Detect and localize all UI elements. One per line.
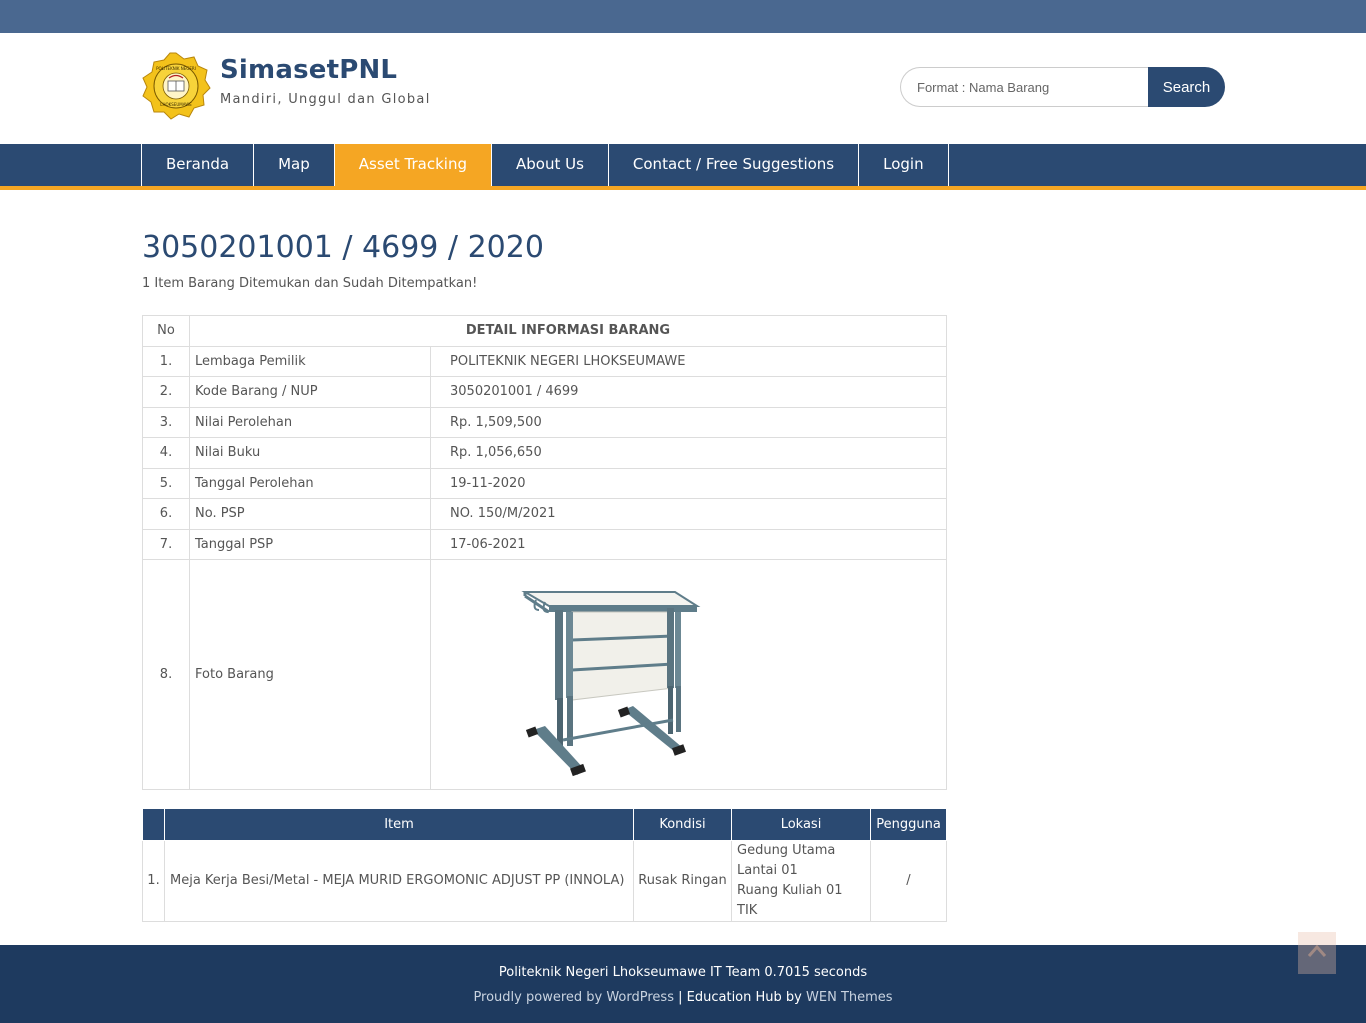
- detail-row: 2. Kode Barang / NUP 3050201001 / 4699: [142, 376, 947, 408]
- footer-separator: |: [678, 990, 683, 1005]
- header-no: No: [142, 315, 190, 347]
- nav-item-contact[interactable]: Contact / Free Suggestions: [609, 144, 860, 186]
- row-number: 4.: [142, 437, 190, 469]
- row-value: 19-11-2020: [430, 467, 947, 499]
- search-button[interactable]: Search: [1148, 67, 1225, 107]
- row-value: 3050201001 / 4699: [430, 376, 947, 408]
- nav-item-about-us[interactable]: About Us: [492, 144, 609, 186]
- search-input[interactable]: [900, 67, 1150, 107]
- header-no: [142, 809, 165, 841]
- item-user: /: [870, 839, 947, 922]
- detail-row-photo: 8. Foto Barang: [142, 559, 947, 790]
- row-number: 2.: [142, 376, 190, 408]
- row-number: 8.: [142, 559, 190, 790]
- location-floor: Lantai 01: [737, 862, 798, 878]
- row-number: 7.: [142, 528, 190, 560]
- footer-credit: Politeknik Negeri Lhokseumawe IT Team 0.…: [498, 965, 868, 980]
- svg-text:POLITEKNIK NEGERI: POLITEKNIK NEGERI: [156, 66, 196, 71]
- row-label: No. PSP: [189, 498, 431, 530]
- row-value: Rp. 1,056,650: [430, 437, 947, 469]
- item-table: Item Kondisi Lokasi Pengguna 1. Meja Ker…: [142, 809, 947, 922]
- header-item: Item: [164, 809, 634, 841]
- row-number: 6.: [142, 498, 190, 530]
- wen-themes-link[interactable]: WEN Themes: [806, 990, 893, 1005]
- svg-text:LHOKSEUMAWE: LHOKSEUMAWE: [160, 102, 192, 107]
- desk-photo[interactable]: [505, 570, 705, 780]
- location-room: Ruang Kuliah 01 TIK: [737, 882, 843, 918]
- detail-row: 1. Lembaga Pemilik POLITEKNIK NEGERI LHO…: [142, 345, 947, 377]
- scroll-to-top-button[interactable]: [1298, 932, 1336, 974]
- top-bar: [0, 0, 1366, 33]
- nav-item-beranda[interactable]: Beranda: [142, 144, 255, 186]
- pnl-seal-logo[interactable]: POLITEKNIK NEGERI LHOKSEUMAWE: [141, 51, 211, 121]
- item-name: Meja Kerja Besi/Metal - MEJA MURID ERGOM…: [164, 839, 634, 922]
- page-title: 3050201001 / 4699 / 2020: [142, 230, 544, 265]
- detail-header-row: No DETAIL INFORMASI BARANG: [142, 315, 947, 347]
- nav-item-login[interactable]: Login: [859, 144, 949, 186]
- row-number: 5.: [142, 467, 190, 499]
- wordpress-link[interactable]: Proudly powered by WordPress: [473, 990, 674, 1005]
- nav-item-map[interactable]: Map: [254, 144, 335, 186]
- site-header: POLITEKNIK NEGERI LHOKSEUMAWE SimasetPNL…: [0, 33, 1366, 144]
- header-detail-title: DETAIL INFORMASI BARANG: [189, 315, 947, 347]
- item-condition: Rusak Ringan: [633, 839, 732, 922]
- row-value: 17-06-2021: [430, 528, 947, 560]
- row-label: Foto Barang: [189, 559, 431, 790]
- detail-row: 4. Nilai Buku Rp. 1,056,650: [142, 437, 947, 469]
- header-kondisi: Kondisi: [633, 809, 732, 841]
- row-label: Tanggal PSP: [189, 528, 431, 560]
- item-location: Gedung Utama Lantai 01 Ruang Kuliah 01 T…: [731, 839, 871, 922]
- chevron-up-icon: [1307, 944, 1327, 957]
- row-value: Rp. 1,509,500: [430, 406, 947, 438]
- row-label: Nilai Buku: [189, 437, 431, 469]
- row-value: POLITEKNIK NEGERI LHOKSEUMAWE: [430, 345, 947, 377]
- row-number: 1.: [142, 345, 190, 377]
- site-footer: Politeknik Negeri Lhokseumawe IT Team 0.…: [0, 945, 1366, 1023]
- table-row: 1. Meja Kerja Besi/Metal - MEJA MURID ER…: [142, 839, 947, 922]
- row-label: Kode Barang / NUP: [189, 376, 431, 408]
- location-building: Gedung Utama: [737, 842, 836, 858]
- main-navigation: Beranda Map Asset Tracking About Us Cont…: [0, 144, 1366, 190]
- header-lokasi: Lokasi: [731, 809, 871, 841]
- theme-name: Education Hub: [686, 990, 782, 1005]
- site-tagline: Mandiri, Unggul dan Global: [220, 92, 431, 107]
- footer-powered: Proudly powered by WordPress | Education…: [0, 990, 1366, 1005]
- result-message: 1 Item Barang Ditemukan dan Sudah Ditemp…: [142, 276, 478, 291]
- header-pengguna: Pengguna: [870, 809, 947, 841]
- detail-row: 7. Tanggal PSP 17-06-2021: [142, 528, 947, 560]
- search-form: Search: [900, 67, 1225, 107]
- detail-row: 3. Nilai Perolehan Rp. 1,509,500: [142, 406, 947, 438]
- row-label: Tanggal Perolehan: [189, 467, 431, 499]
- detail-table: No DETAIL INFORMASI BARANG 1. Lembaga Pe…: [142, 315, 947, 790]
- row-label: Lembaga Pemilik: [189, 345, 431, 377]
- site-title[interactable]: SimasetPNL: [220, 55, 397, 85]
- nav-item-asset-tracking[interactable]: Asset Tracking: [334, 144, 492, 186]
- footer-by: by: [785, 990, 802, 1005]
- detail-row: 5. Tanggal Perolehan 19-11-2020: [142, 467, 947, 499]
- item-number: 1.: [142, 839, 165, 922]
- item-header-row: Item Kondisi Lokasi Pengguna: [142, 809, 947, 841]
- row-label: Nilai Perolehan: [189, 406, 431, 438]
- row-number: 3.: [142, 406, 190, 438]
- row-value: NO. 150/M/2021: [430, 498, 947, 530]
- detail-row: 6. No. PSP NO. 150/M/2021: [142, 498, 947, 530]
